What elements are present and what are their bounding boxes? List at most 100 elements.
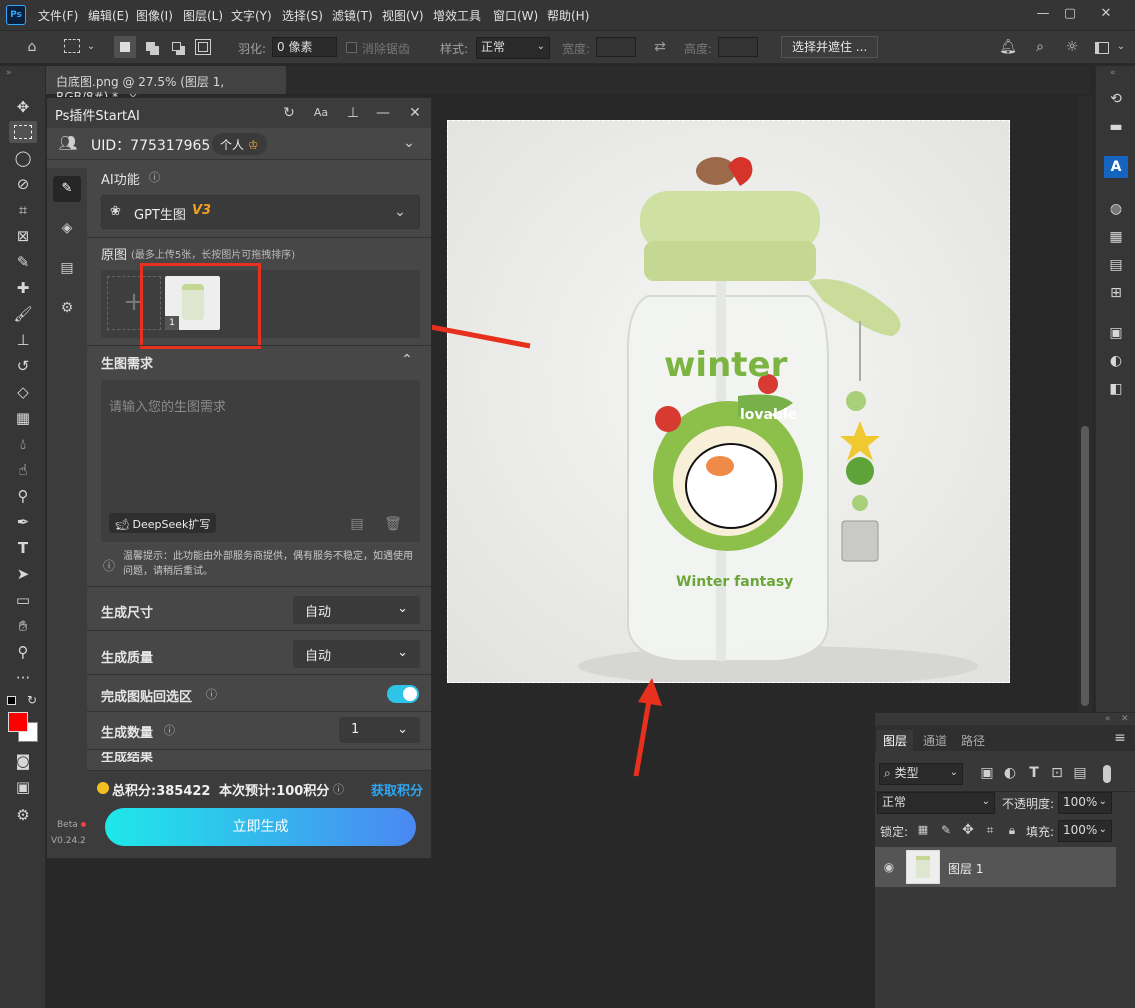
- divider: [87, 586, 431, 587]
- info-icon[interactable]: ⓘ: [206, 686, 217, 702]
- layer-thumbnail: [906, 850, 940, 884]
- divider: [87, 749, 431, 750]
- plugin-sidebar: ✎ ◈ ▤ ⚙ Beta V0.24.2: [47, 168, 87, 858]
- tab-layers[interactable]: 图层: [877, 730, 914, 751]
- lock-pixels-icon[interactable]: ✎: [938, 820, 954, 840]
- opacity-label: 不透明度:: [1002, 797, 1055, 811]
- layers-panel: « ✕ 图层 通道 路径 ≡ ⌕ 类型 ⌄ ▣ ◐ T ⊡ ▤ 正常 ⌄ 不透明度:…: [875, 712, 1135, 1008]
- pixel-filter-icon[interactable]: ▣: [978, 763, 996, 783]
- settings-tab-icon[interactable]: ⚙: [57, 298, 77, 318]
- close-panel-icon[interactable]: ✕: [405, 103, 425, 123]
- count-select[interactable]: 1 ⌄: [339, 717, 420, 743]
- divider: [87, 630, 431, 631]
- quality-select[interactable]: 自动 ⌄: [293, 640, 420, 668]
- lock-transparent-icon[interactable]: ▦: [915, 820, 931, 840]
- account-type: 个人: [220, 138, 245, 152]
- startai-plugin-panel: Ps插件StartAI ↻ Aa ⊥ — ✕ 👥︎ UID：775317965 …: [46, 97, 432, 859]
- adjustment-filter-icon[interactable]: ◐: [1001, 763, 1019, 783]
- annotation-highlight-box: [140, 263, 261, 349]
- panel-menu-icon[interactable]: ≡: [1111, 728, 1129, 748]
- plugin-header: Ps插件StartAI ↻ Aa ⊥ — ✕: [47, 98, 431, 128]
- count-label: 生成数量: [101, 726, 154, 741]
- deepseek-button[interactable]: 🐋︎ DeepSeek扩写: [109, 513, 217, 533]
- paste-back-toggle[interactable]: [387, 685, 419, 703]
- refresh-icon[interactable]: ↻: [279, 103, 299, 123]
- clipboard-tab-icon[interactable]: ▤: [57, 258, 77, 278]
- prompt-section-label: 生图需求: [101, 357, 154, 372]
- get-credits-link[interactable]: 获取积分: [371, 780, 423, 799]
- credits-total: 总积分:385422: [112, 784, 211, 799]
- trash-icon[interactable]: 🗑︎: [383, 514, 403, 534]
- pin-icon[interactable]: ⊥: [343, 103, 363, 123]
- info-icon[interactable]: ⓘ: [164, 722, 175, 738]
- chevron-down-icon: ⌄: [1098, 824, 1107, 835]
- chevron-down-icon: ⌄: [981, 796, 990, 807]
- layers-tab-icon[interactable]: ◈: [57, 218, 77, 238]
- font-size-icon[interactable]: Aa: [311, 103, 331, 123]
- chevron-down-icon: ⌄: [1098, 796, 1107, 807]
- chevron-down-icon: ⌄: [397, 722, 408, 737]
- smart-filter-icon[interactable]: ▤: [1071, 763, 1089, 783]
- layer-row[interactable]: ◉ 图层 1: [875, 847, 1116, 887]
- chevron-up-icon[interactable]: ⌃: [397, 350, 417, 370]
- divider: [87, 711, 431, 712]
- user-bar: 👥︎ UID：775317965 个人 ♔ ⌄: [47, 128, 431, 160]
- history-icon[interactable]: ▤: [347, 514, 367, 534]
- collapse-icon[interactable]: «: [1105, 714, 1111, 724]
- lock-position-icon[interactable]: ✥: [960, 820, 976, 840]
- minimize-panel-icon[interactable]: —: [373, 103, 393, 123]
- quality-label: 生成质量: [101, 651, 154, 666]
- credits-estimate: 本次预计:100积分: [219, 784, 330, 799]
- chevron-down-icon: ⌄: [397, 645, 408, 660]
- filter-label: 类型: [894, 766, 919, 780]
- arrowhead: [638, 678, 662, 706]
- layer-filter-select[interactable]: ⌕ 类型 ⌄: [879, 763, 963, 785]
- chevron-down-icon[interactable]: ⌄: [399, 133, 419, 153]
- model-icon: ❀: [110, 204, 121, 219]
- generate-button[interactable]: 立即生成: [105, 808, 416, 846]
- opacity-input[interactable]: 100% ⌄: [1058, 792, 1112, 814]
- source-hint: (最多上传5张，长按图片可拖拽排序): [131, 250, 296, 261]
- crown-icon: ♔: [247, 138, 259, 152]
- users-icon: 👥︎: [58, 134, 78, 152]
- ai-feature-label: AI功能: [101, 173, 140, 188]
- tab-paths[interactable]: 路径: [955, 730, 991, 751]
- shape-filter-icon[interactable]: ⊡: [1048, 763, 1066, 783]
- opacity-value: 100%: [1063, 795, 1098, 809]
- quality-value: 自动: [305, 649, 332, 664]
- count-value: 1: [351, 722, 360, 737]
- deepseek-label: DeepSeek扩写: [132, 518, 211, 531]
- close-panel-icon[interactable]: ✕: [1121, 714, 1129, 724]
- blend-mode-select[interactable]: 正常 ⌄: [877, 792, 995, 814]
- result-label: 生成结果: [101, 752, 154, 762]
- chevron-down-icon: ⌄: [949, 767, 958, 778]
- lock-artboard-icon[interactable]: ⌗: [982, 820, 998, 840]
- tab-channels[interactable]: 通道: [917, 730, 953, 751]
- notice-text: 温馨提示：此功能由外部服务商提供，偶有服务不稳定，如遇使用问题，请稍后重试。: [123, 551, 413, 577]
- lock-all-icon[interactable]: 🔒︎: [1004, 820, 1020, 840]
- eye-icon[interactable]: ◉: [881, 857, 897, 877]
- account-badge[interactable]: 个人 ♔: [212, 133, 267, 155]
- arrow-to-canvas: [633, 694, 653, 777]
- layers-tabs: 图层 通道 路径 ≡: [875, 725, 1135, 751]
- fill-input[interactable]: 100% ⌄: [1058, 820, 1112, 842]
- blend-mode-value: 正常: [882, 795, 907, 809]
- fill-label: 填充:: [1026, 825, 1055, 839]
- size-select[interactable]: 自动 ⌄: [293, 596, 420, 624]
- prompt-placeholder: 请输入您的生图需求: [109, 400, 227, 415]
- version-label: V0.24.2: [51, 836, 86, 846]
- type-filter-icon[interactable]: T: [1025, 763, 1043, 783]
- info-icon[interactable]: ⓘ: [333, 781, 344, 797]
- model-name: GPT生图: [134, 208, 186, 223]
- info-icon: ⓘ: [103, 559, 116, 573]
- edit-tab-icon[interactable]: ✎: [53, 176, 81, 202]
- info-icon[interactable]: ⓘ: [149, 169, 160, 185]
- model-select[interactable]: ❀ GPT生图 V3 ⌄: [101, 195, 420, 229]
- beta-label: Beta: [57, 820, 78, 830]
- layer-name: 图层 1: [948, 862, 984, 876]
- divider: [87, 237, 431, 238]
- result-row: 生成结果: [101, 752, 421, 762]
- prompt-input[interactable]: 请输入您的生图需求 🐋︎ DeepSeek扩写 ▤ 🗑︎: [101, 380, 420, 542]
- filter-toggle[interactable]: [1103, 765, 1111, 783]
- search-icon: ⌕: [884, 766, 891, 780]
